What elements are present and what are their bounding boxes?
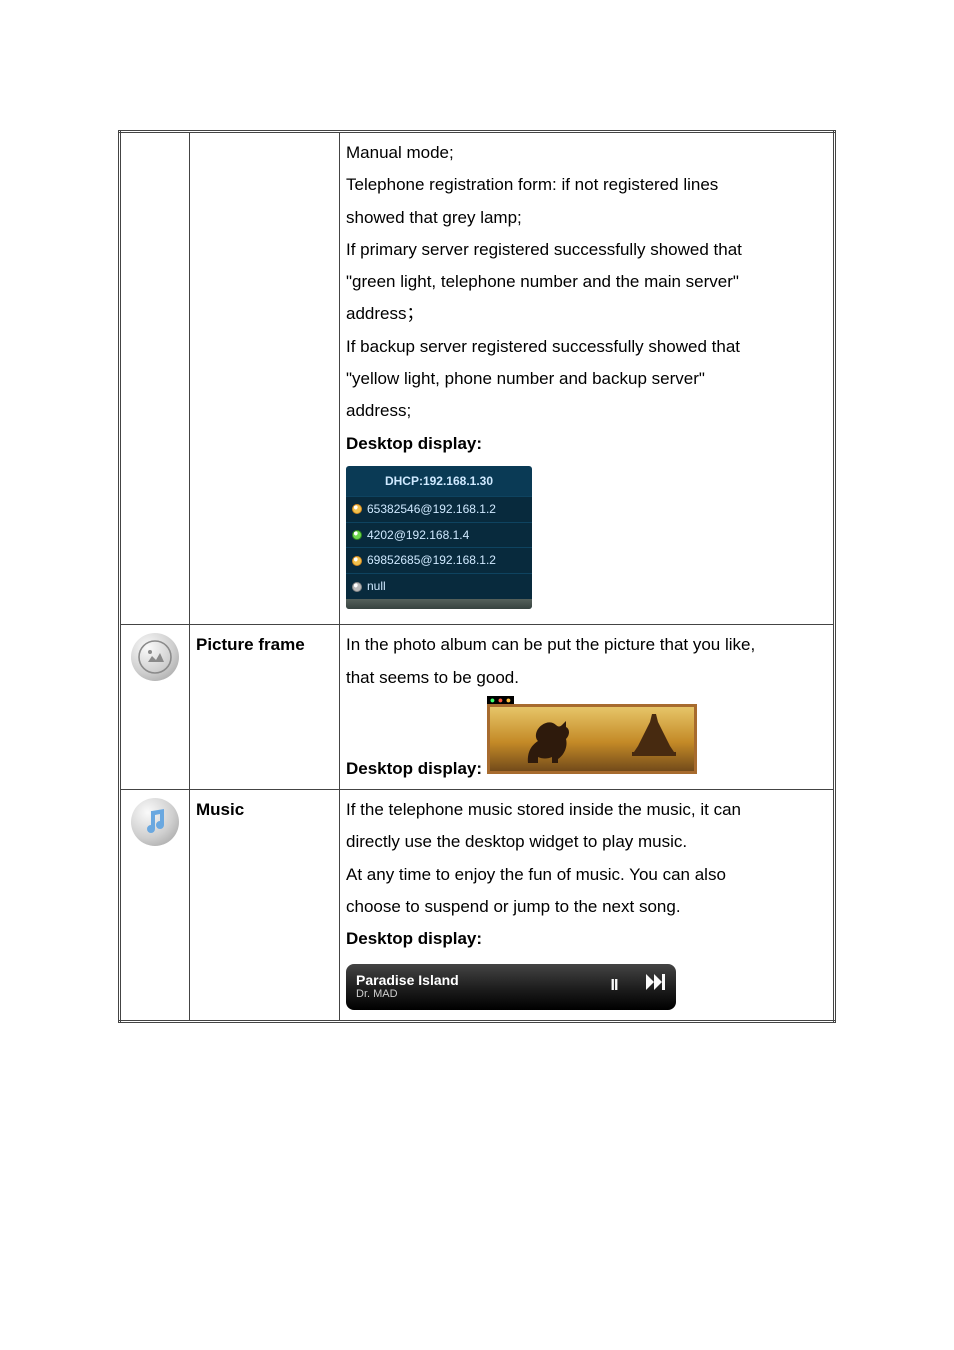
icon-cell-empty	[120, 132, 190, 625]
reg-text: null	[367, 575, 386, 598]
desc-text: that seems to be good.	[346, 668, 519, 687]
icon-cell-picture	[120, 625, 190, 790]
table-row: Music If the telephone music stored insi…	[120, 790, 835, 1021]
desc-text: "yellow light, phone number and backup s…	[346, 369, 705, 388]
desc-text: address;	[346, 401, 411, 420]
pagoda-icon	[624, 706, 684, 767]
next-track-button[interactable]	[646, 971, 666, 1001]
desc-cell-network: Manual mode; Telephone registration form…	[340, 132, 835, 625]
network-widget-header: DHCP:192.168.1.30	[346, 466, 532, 496]
name-cell-empty	[190, 132, 340, 625]
desc-text: showed that grey lamp;	[346, 208, 522, 227]
network-widget: DHCP:192.168.1.30 65382546@192.168.1.2 4…	[346, 466, 532, 609]
song-title: Paradise Island	[356, 972, 459, 989]
pause-button[interactable]: II	[604, 971, 624, 1001]
song-artist: Dr. MAD	[356, 988, 459, 1001]
feature-table: Manual mode; Telephone registration form…	[118, 130, 836, 1023]
network-reg-line: 69852685@192.168.1.2	[346, 547, 532, 573]
picture-frame-icon	[131, 633, 179, 681]
horse-icon	[522, 715, 576, 765]
network-reg-line: 65382546@192.168.1.2	[346, 496, 532, 522]
desktop-display-label: Desktop display:	[346, 434, 482, 453]
desktop-display-label: Desktop display:	[346, 759, 482, 778]
picture-widget-image	[487, 704, 697, 774]
name-cell-picture: Picture frame	[190, 625, 340, 790]
desc-text: choose to suspend or jump to the next so…	[346, 897, 681, 916]
reg-text: 65382546@192.168.1.2	[367, 498, 496, 521]
name-cell-music: Music	[190, 790, 340, 1021]
table-row: Picture frame In the photo album can be …	[120, 625, 835, 790]
music-widget: Paradise Island Dr. MAD II	[346, 964, 676, 1010]
desc-text: directly use the desktop widget to play …	[346, 832, 687, 851]
icon-cell-music	[120, 790, 190, 1021]
reg-text: 4202@192.168.1.4	[367, 524, 469, 547]
desc-text: Telephone registration form: if not regi…	[346, 175, 718, 194]
music-icon	[131, 798, 179, 846]
desc-text: "green light, telephone number and the m…	[346, 272, 739, 291]
row-title: Music	[196, 800, 244, 819]
status-dot-icon	[352, 556, 362, 566]
status-dot-icon	[352, 504, 362, 514]
desc-text: At any time to enjoy the fun of music. Y…	[346, 865, 726, 884]
desc-text: If primary server registered successfull…	[346, 240, 742, 259]
desc-text: Manual mode;	[346, 143, 454, 162]
desc-text: address；	[346, 304, 423, 323]
desc-text: In the photo album can be put the pictur…	[346, 635, 755, 654]
reg-text: 69852685@192.168.1.2	[367, 549, 496, 572]
status-dot-icon	[352, 530, 362, 540]
music-widget-text: Paradise Island Dr. MAD	[356, 972, 459, 1002]
desktop-display-label: Desktop display:	[346, 929, 482, 948]
network-reg-line: null	[346, 573, 532, 599]
network-widget-footer	[346, 599, 532, 609]
desc-cell-picture: In the photo album can be put the pictur…	[340, 625, 835, 790]
network-reg-line: 4202@192.168.1.4	[346, 522, 532, 548]
status-dot-icon	[352, 582, 362, 592]
row-title: Picture frame	[196, 635, 305, 654]
picture-widget: ● ● ●	[487, 696, 697, 774]
desc-cell-music: If the telephone music stored inside the…	[340, 790, 835, 1021]
desc-text: If the telephone music stored inside the…	[346, 800, 741, 819]
desc-text: If backup server registered successfully…	[346, 337, 740, 356]
page: Manual mode; Telephone registration form…	[0, 0, 954, 1083]
table-row: Manual mode; Telephone registration form…	[120, 132, 835, 625]
